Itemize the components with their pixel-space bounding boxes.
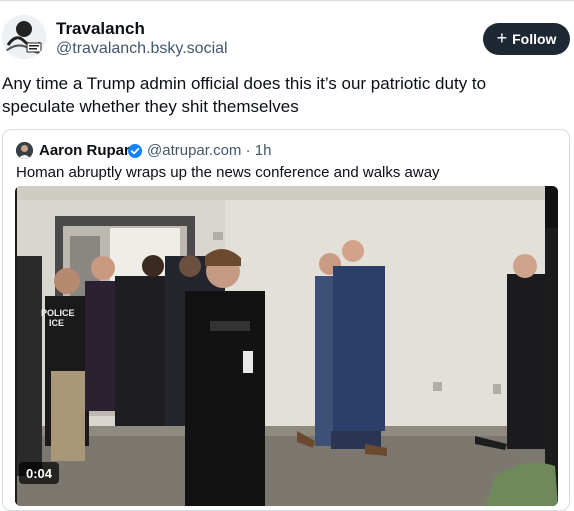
meta-separator: · bbox=[245, 142, 251, 159]
plus-icon: + bbox=[496, 28, 508, 48]
quote-post-card[interactable]: Aaron Rupar @atrupar.com · 1h Homan abru… bbox=[2, 129, 570, 511]
quote-author-avatar[interactable] bbox=[16, 142, 33, 159]
post-text: Any time a Trump admin official does thi… bbox=[2, 74, 487, 116]
video-player[interactable]: POLICE ICE 0:04 bbox=[15, 186, 558, 506]
quote-author-name[interactable]: Aaron Rupar bbox=[39, 142, 130, 159]
feed-divider bbox=[0, 0, 574, 1]
avatar[interactable] bbox=[2, 15, 46, 59]
vest-label-line2: ICE bbox=[49, 318, 64, 328]
video-duration: 0:04 bbox=[19, 462, 60, 484]
quote-text: Homan abruptly wraps up the news confere… bbox=[16, 164, 440, 181]
follow-label: Follow bbox=[512, 31, 557, 47]
quote-author-handle[interactable]: @atrupar.com bbox=[147, 142, 241, 159]
quote-meta: @atrupar.com · 1h bbox=[147, 142, 271, 159]
follow-button[interactable]: + Follow bbox=[483, 23, 570, 55]
verified-badge-icon bbox=[128, 144, 142, 158]
display-name[interactable]: Travalanch bbox=[56, 19, 145, 39]
post-age[interactable]: 1h bbox=[255, 142, 272, 159]
video-frame: POLICE ICE bbox=[15, 186, 558, 506]
vest-label-line1: POLICE bbox=[41, 308, 75, 318]
user-handle[interactable]: @travalanch.bsky.social bbox=[56, 40, 228, 58]
